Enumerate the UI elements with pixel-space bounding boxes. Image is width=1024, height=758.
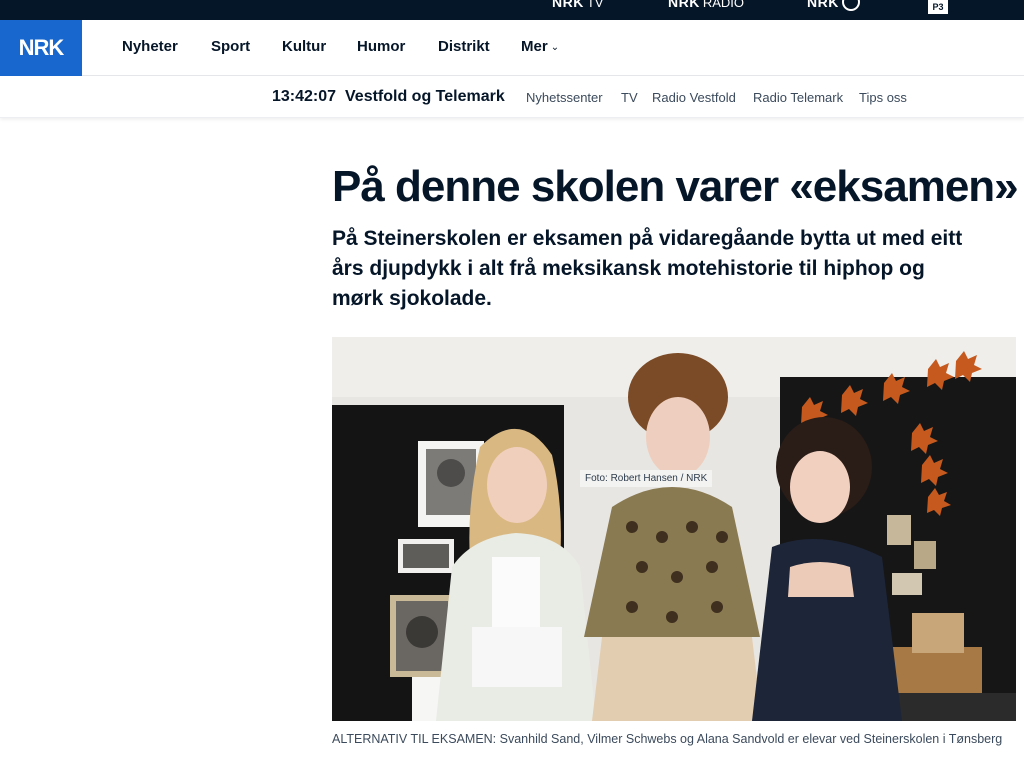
nav-item-nyheter[interactable]: Nyheter	[122, 38, 178, 55]
nrk-radio-link[interactable]: NRK RADIO	[668, 0, 744, 10]
article-photo[interactable]: Foto: Robert Hansen / NRK	[332, 337, 1016, 721]
smiley-icon	[841, 0, 860, 12]
nav-item-mer[interactable]: Mer ⌄	[521, 38, 559, 55]
nrk-radio-label: RADIO	[702, 0, 745, 10]
photo-credit: Foto: Robert Hansen / NRK	[580, 470, 713, 487]
photo-caption: ALTERNATIV TIL EKSAMEN: Svanhild Sand, V…	[332, 732, 1003, 746]
nrk-tv-brand: NRK	[552, 0, 584, 10]
nrk-logo[interactable]: NRK	[0, 20, 82, 76]
article-lead: På Steinerskolen er eksamen på vidaregåa…	[332, 227, 963, 310]
chevron-down-icon: ⌄	[550, 42, 560, 53]
subnav-link-radio-vestfold[interactable]: Radio Vestfold	[652, 90, 736, 105]
district-title[interactable]: Vestfold og Telemark	[345, 88, 505, 106]
subnav-link-nyhetssenter[interactable]: Nyhetssenter	[526, 90, 603, 105]
subnav-link-tv[interactable]: TV	[621, 90, 638, 105]
nav-item-mer-label: Mer	[521, 38, 548, 55]
nav-item-humor[interactable]: Humor	[357, 38, 405, 55]
nrk-tv-link[interactable]: NRK TV	[552, 0, 603, 10]
nav-item-kultur[interactable]: Kultur	[282, 38, 326, 55]
article-headline: På denne skolen varer «eksamen»	[332, 162, 1019, 211]
live-clock: 13:42:07	[272, 88, 337, 105]
main-navigation: NRK Nyheter Sport Kultur Humor Distrikt …	[0, 20, 1024, 76]
district-subnav: 13:42:07 Vestfold og Telemark Nyhetssent…	[0, 76, 1024, 118]
subnav-link-tips-oss[interactable]: Tips oss	[859, 90, 907, 105]
nav-item-distrikt[interactable]: Distrikt	[438, 38, 490, 55]
photo-illustration	[332, 337, 1016, 721]
nrk-logo-text: NRK	[18, 35, 65, 60]
nrk-super-link[interactable]: NRK	[807, 0, 860, 12]
subnav-link-radio-telemark[interactable]: Radio Telemark	[753, 90, 843, 105]
nav-item-sport[interactable]: Sport	[211, 38, 250, 55]
top-brand-bar: NRK TV NRK RADIO NRK P3	[0, 0, 1024, 20]
nrk-tv-label: TV	[586, 0, 604, 10]
p3-link[interactable]: P3	[928, 0, 948, 14]
nrk-super-brand: NRK	[807, 0, 839, 10]
nrk-radio-brand: NRK	[668, 0, 700, 10]
